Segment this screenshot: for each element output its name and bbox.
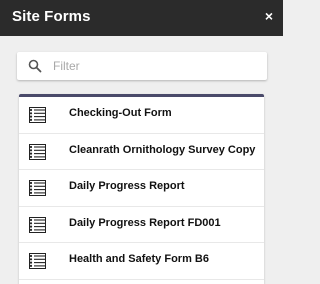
list-form-icon	[29, 107, 46, 123]
form-name: Daily Progress Report	[69, 180, 185, 192]
search-icon	[28, 59, 42, 73]
list-form-icon	[29, 216, 46, 233]
app-header: Site Forms ×	[0, 0, 283, 36]
form-name: Daily Progress Report FD001	[69, 216, 221, 229]
page-title: Site Forms	[12, 8, 91, 25]
list-item[interactable]: Checking-Out Form	[19, 97, 264, 134]
list-item[interactable]: Daily Progress Report FD001	[19, 207, 264, 243]
list-item[interactable]: Health and Safety Form B6	[19, 243, 264, 280]
form-name: Health and Safety Form B6	[69, 253, 209, 265]
form-name: Checking-Out Form	[69, 107, 172, 119]
form-name: Cleanrath Ornithology Survey Copy	[69, 143, 256, 156]
filter-input[interactable]	[53, 56, 253, 76]
forms-list: Checking-Out Form Cleanrath Ornithology …	[19, 94, 264, 284]
list-item[interactable]: Daily Progress Report	[19, 170, 264, 207]
list-form-icon	[29, 253, 46, 269]
list-item[interactable]: Cleanrath Ornithology Survey Copy	[19, 134, 264, 170]
close-icon: ×	[264, 8, 274, 24]
list-form-icon	[29, 143, 46, 160]
list-form-icon	[29, 180, 46, 196]
filter-box	[17, 52, 267, 80]
close-button[interactable]: ×	[261, 8, 277, 24]
